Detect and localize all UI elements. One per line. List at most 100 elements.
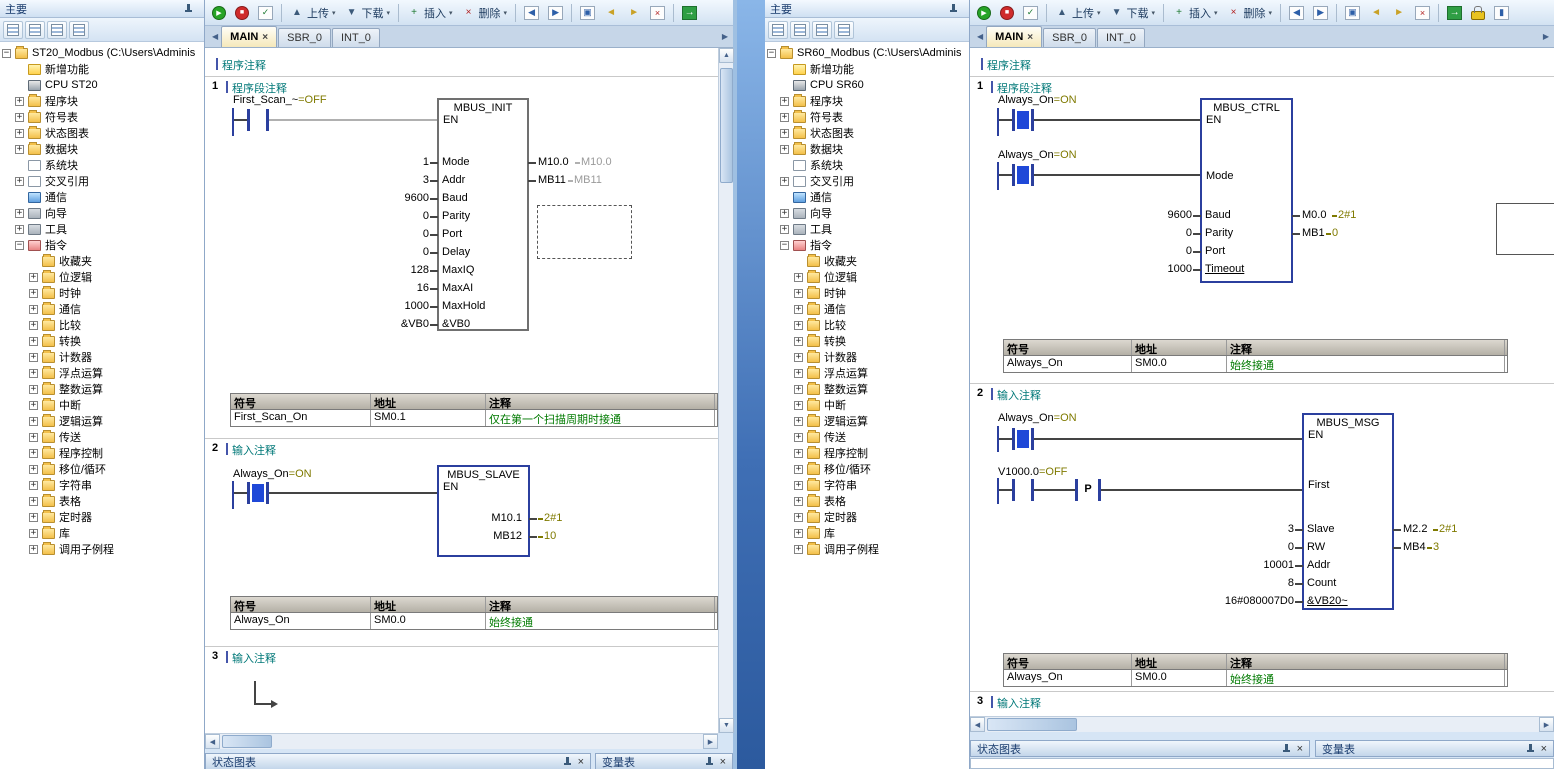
next-bookmark-icon[interactable]: ▶ [544,3,567,23]
symbol-cell[interactable]: Always_On [231,613,371,629]
tree-item[interactable]: +库 [0,525,204,541]
tree-item[interactable]: +工具 [765,221,969,237]
pin-icon[interactable] [1282,743,1291,754]
tree-item[interactable]: +逻辑运算 [0,413,204,429]
tree-item[interactable]: +程序块 [765,93,969,109]
tree-item[interactable]: +交叉引用 [765,173,969,189]
tree-item[interactable]: 新增功能 [0,61,204,77]
contact-always-on[interactable] [247,482,269,504]
selection-box[interactable] [537,205,632,259]
status-chart-panel-header[interactable]: 状态图表 × [205,753,591,769]
expand-icon[interactable]: + [29,497,38,506]
mbus-slave-block[interactable]: MBUS_SLAVE EN [437,465,530,557]
undo-icon[interactable]: ◄ [600,3,622,23]
upload-button[interactable]: ▲上传▾ [286,3,340,23]
expand-icon[interactable]: + [794,417,803,426]
expand-icon[interactable]: + [780,97,789,106]
close-icon[interactable]: × [578,756,584,768]
pin-value[interactable]: 0 [1108,245,1192,257]
pin-value[interactable]: 10001 [1210,559,1294,571]
tab-main[interactable]: MAIN× [221,26,277,47]
scroll-left-icon[interactable]: ◀ [970,717,985,732]
tree-item[interactable]: +向导 [0,205,204,221]
stop-icon[interactable]: ■ [996,3,1018,23]
output-operand[interactable]: M10.0 [538,156,569,168]
comment-cell[interactable]: 仅在第一个扫描周期时接通 [486,410,715,426]
expand-icon[interactable]: + [794,321,803,330]
pin-value[interactable]: 16 [345,282,429,294]
address-cell[interactable]: SM0.0 [1132,670,1227,686]
expand-icon[interactable]: + [780,209,789,218]
expand-icon[interactable]: + [794,273,803,282]
expand-icon[interactable]: + [15,97,24,106]
tree-item[interactable]: +移位/循环 [0,461,204,477]
close-icon[interactable]: × [1297,743,1303,755]
download-button[interactable]: ▼下载▾ [1106,3,1160,23]
insert-button[interactable]: +插入▾ [403,3,457,23]
expand-icon[interactable]: + [794,449,803,458]
contact-label[interactable]: Always_On=ON [233,468,312,480]
pin-value[interactable]: 8 [1210,577,1294,589]
output-operand[interactable]: MB4 [1403,541,1426,553]
chart-icon[interactable] [834,21,854,39]
open-subroutine-icon[interactable]: → [1443,3,1466,23]
tree-item[interactable]: +程序控制 [0,445,204,461]
run-icon[interactable]: ▶ [973,3,995,23]
contact-label[interactable]: Always_On=ON [998,149,1077,161]
program-comment[interactable]: 程序注释 [222,57,266,73]
dropdown-caret-icon[interactable]: ▾ [1269,9,1273,17]
output-operand[interactable]: MB12 [462,530,522,542]
contact-always-on[interactable] [1012,164,1034,186]
tree-item[interactable]: −指令 [765,237,969,253]
notes-icon[interactable] [25,21,45,39]
scroll-left-icon[interactable]: ◀ [205,734,220,749]
pin-icon[interactable] [949,3,958,14]
expand-icon[interactable]: + [29,289,38,298]
tree-item[interactable]: +符号表 [765,109,969,125]
window-icon[interactable] [768,21,788,39]
expand-icon[interactable]: + [15,113,24,122]
tree-item[interactable]: +整数运算 [765,381,969,397]
scrollbar-thumb[interactable] [720,68,733,183]
pin-value[interactable]: 16#080007D0 [1210,595,1294,607]
next-bookmark-icon[interactable]: ▶ [1309,3,1332,23]
tree-item[interactable]: +中断 [0,397,204,413]
address-cell[interactable]: SM0.1 [371,410,486,426]
book-icon[interactable] [47,21,67,39]
expand-icon[interactable]: + [29,529,38,538]
collapse-icon[interactable]: − [780,241,789,250]
pin-icon[interactable] [184,3,193,14]
tree-item[interactable]: CPU ST20 [0,77,204,93]
contact-v1000[interactable] [1012,479,1034,501]
collapse-icon[interactable]: − [2,49,11,58]
tab-scroll-right-icon[interactable]: ▶ [1540,32,1552,41]
expand-icon[interactable]: + [29,385,38,394]
expand-icon[interactable]: + [15,177,24,186]
output-operand[interactable]: M0.0 [1302,209,1326,221]
tree-item[interactable]: 新增功能 [765,61,969,77]
expand-icon[interactable]: + [29,353,38,362]
scrollbar-thumb[interactable] [987,718,1077,731]
tree-item[interactable]: +位逻辑 [0,269,204,285]
tree-item[interactable]: +浮点运算 [765,365,969,381]
tree-item[interactable]: −SR60_Modbus (C:\Users\Adminis [765,45,969,61]
expand-icon[interactable]: + [15,209,24,218]
cascade-window-icon[interactable]: ▣ [1341,3,1364,23]
expand-icon[interactable]: + [29,449,38,458]
tree-item[interactable]: +中断 [765,397,969,413]
expand-icon[interactable]: + [29,401,38,410]
expand-icon[interactable]: + [15,145,24,154]
pin-value[interactable]: 3 [1210,523,1294,535]
tree-item[interactable]: +通信 [765,301,969,317]
expand-icon[interactable]: + [29,337,38,346]
tree-item[interactable]: +整数运算 [0,381,204,397]
comment-cell[interactable]: 始终接通 [1227,356,1505,372]
dropdown-caret-icon[interactable]: ▾ [1214,9,1218,17]
status-chart-panel-header[interactable]: 状态图表 × [970,740,1310,757]
close-icon[interactable]: × [1541,743,1547,755]
pin-value[interactable]: 1 [345,156,429,168]
contact-label[interactable]: Always_On=ON [998,412,1077,424]
prev-bookmark-icon[interactable]: ◀ [1285,3,1308,23]
tree-item[interactable]: +定时器 [0,509,204,525]
expand-icon[interactable]: + [794,545,803,554]
